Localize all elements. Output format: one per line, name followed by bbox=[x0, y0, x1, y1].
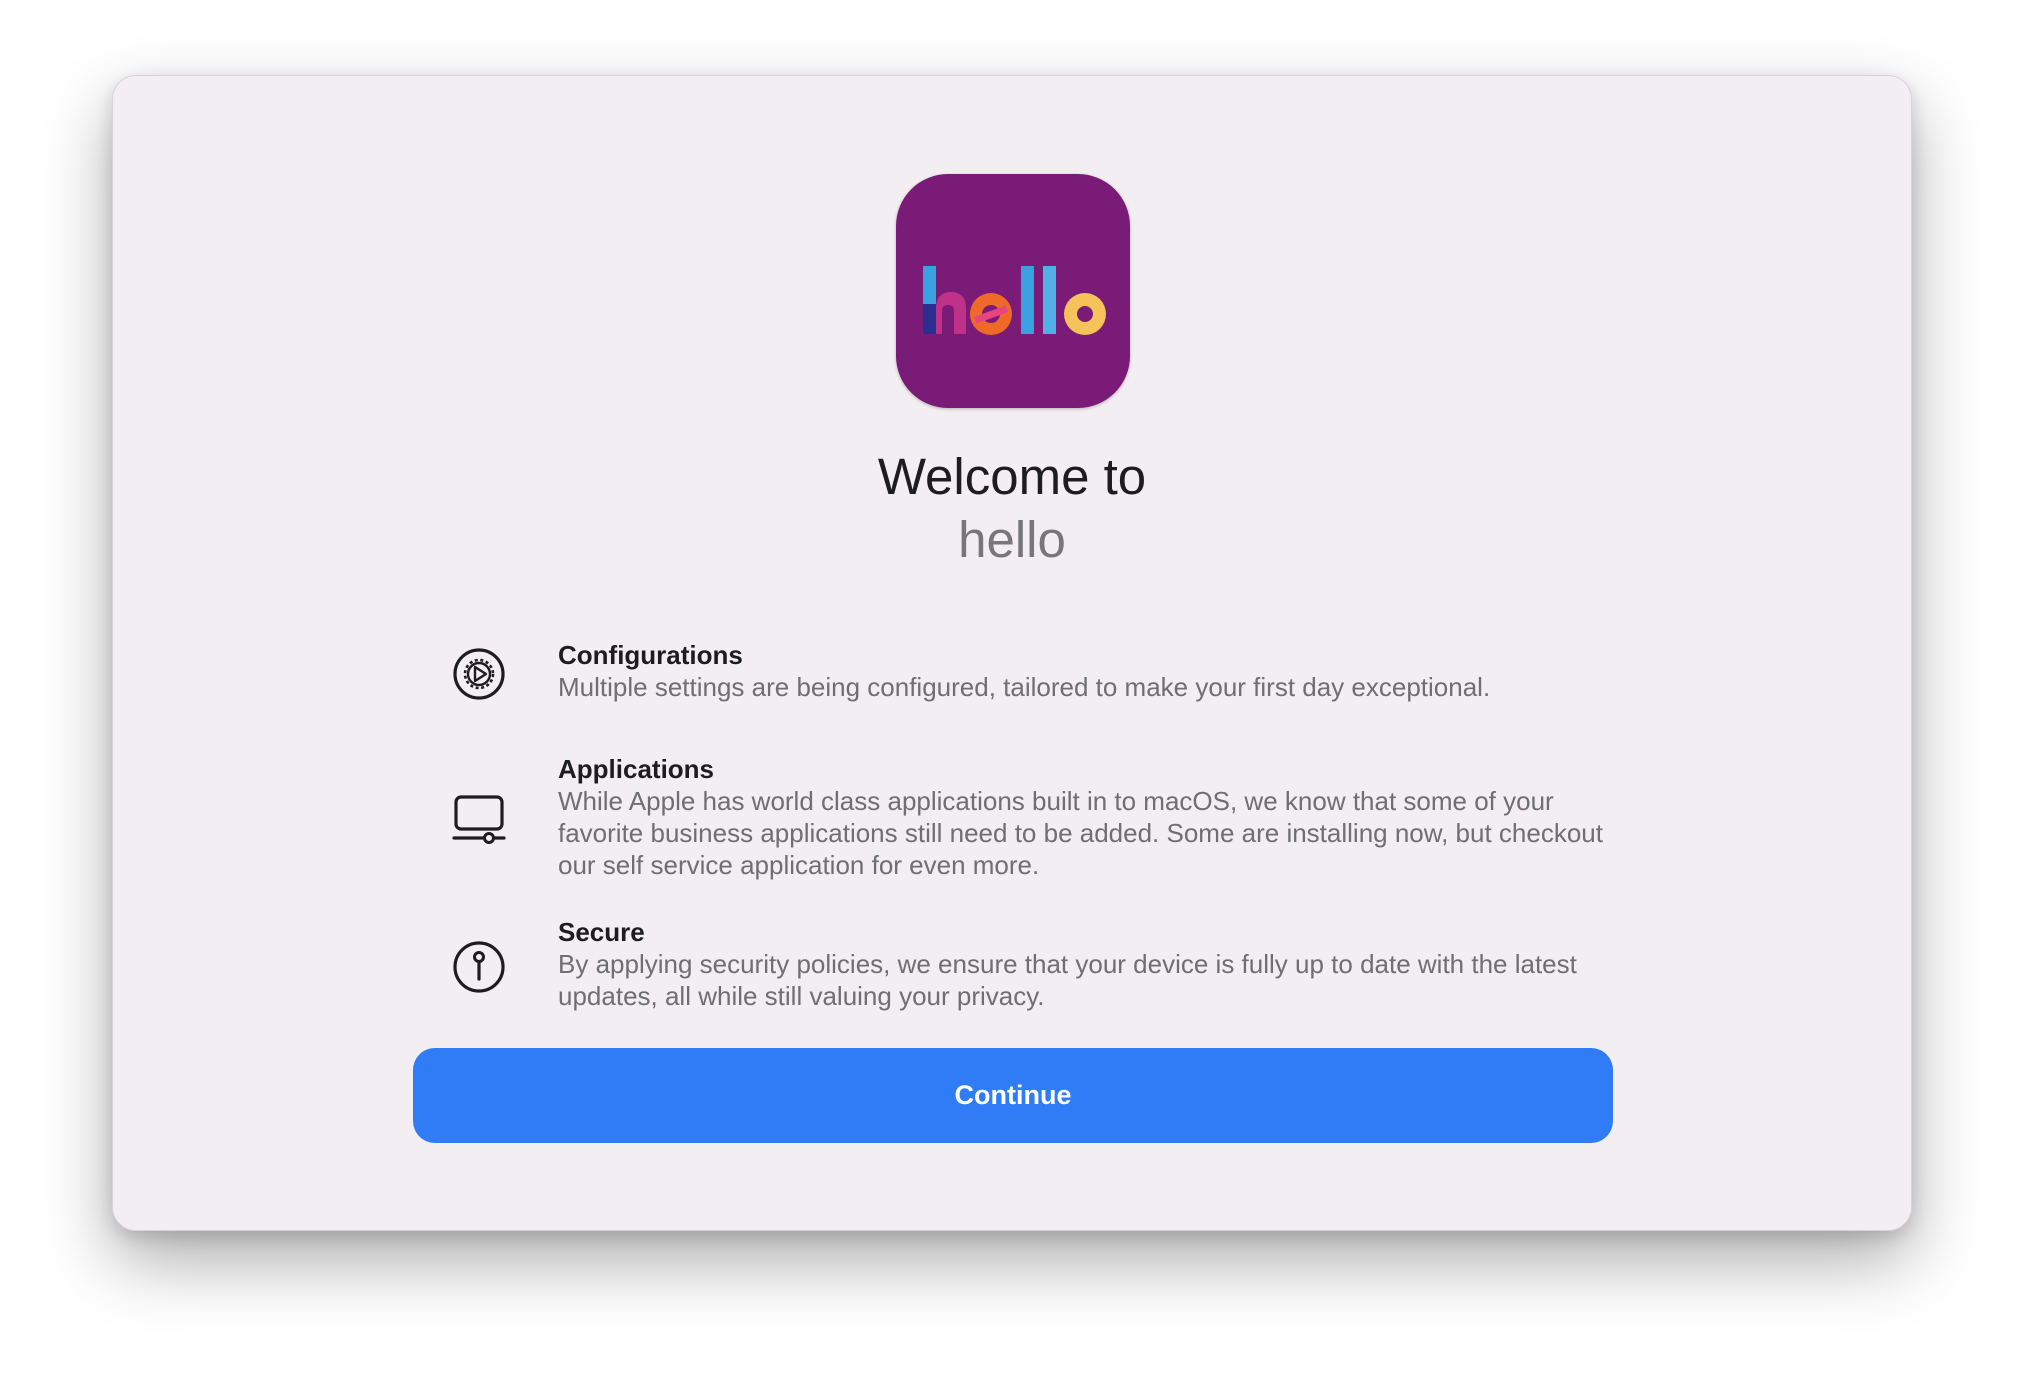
feature-description: While Apple has world class applications… bbox=[558, 786, 1603, 880]
key-lock-icon bbox=[451, 939, 507, 995]
feature-text: Applications While Apple has world class… bbox=[558, 753, 1628, 881]
feature-description: Multiple settings are being configured, … bbox=[558, 672, 1491, 702]
feature-text: Configurations Multiple settings are bei… bbox=[558, 639, 1628, 703]
feature-applications: Applications While Apple has world class… bbox=[451, 753, 1603, 883]
feature-configurations: Configurations Multiple settings are bei… bbox=[451, 639, 1531, 709]
feature-title: Secure bbox=[558, 917, 645, 947]
laptop-icon bbox=[451, 791, 507, 847]
feature-text: Secure By applying security policies, we… bbox=[558, 916, 1628, 1012]
welcome-window: Welcome to hello Configurations Multiple… bbox=[112, 75, 1912, 1231]
feature-description: By applying security policies, we ensure… bbox=[558, 949, 1577, 1011]
feature-title: Configurations bbox=[558, 640, 743, 670]
continue-button[interactable]: Continue bbox=[413, 1048, 1613, 1143]
hello-logo-glyph bbox=[923, 266, 1106, 335]
settings-gear-icon bbox=[451, 646, 507, 702]
welcome-title: Welcome to bbox=[877, 448, 1147, 505]
hello-app-icon bbox=[896, 174, 1130, 408]
feature-title: Applications bbox=[558, 754, 715, 784]
feature-secure: Secure By applying security policies, we… bbox=[451, 916, 1577, 1016]
welcome-app-name: hello bbox=[958, 511, 1066, 568]
